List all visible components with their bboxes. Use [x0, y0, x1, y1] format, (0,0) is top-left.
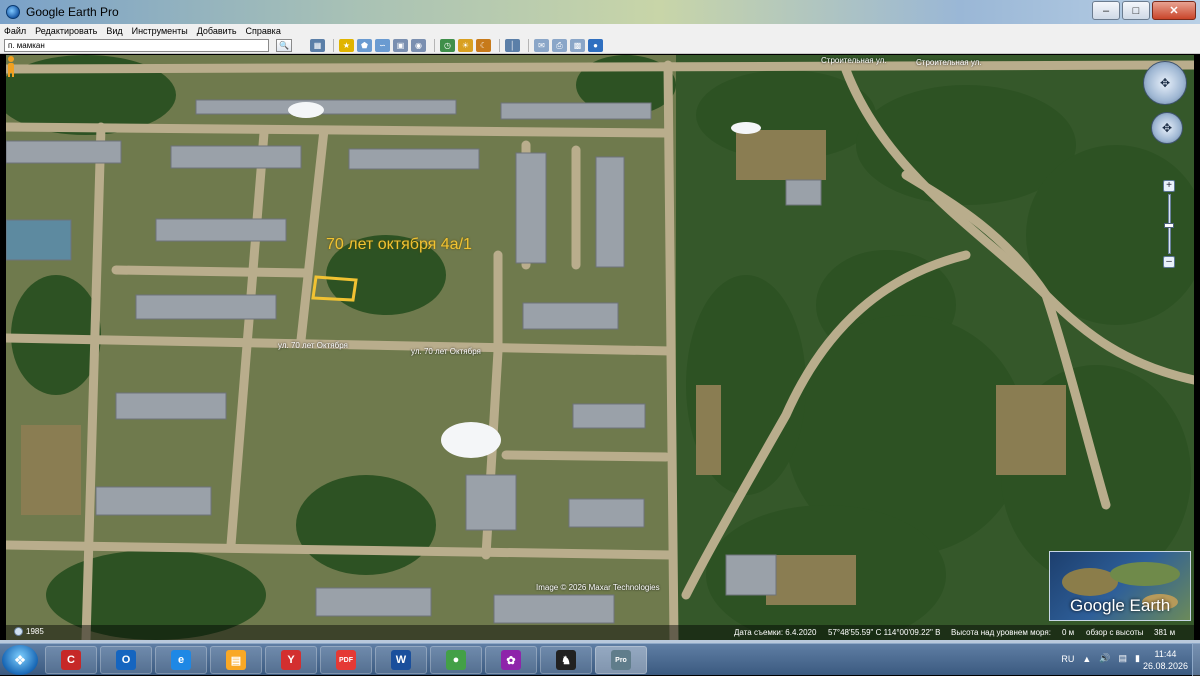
- path-icon[interactable]: ∽: [375, 39, 390, 52]
- minimize-button[interactable]: –: [1092, 1, 1120, 20]
- elevation-label: Высота над уровнем моря:: [951, 628, 1051, 637]
- paint-icon: ✿: [501, 650, 521, 670]
- clock-icon: [14, 627, 23, 636]
- internet-explorer-icon: e: [171, 650, 191, 670]
- maximize-button[interactable]: □: [1122, 1, 1150, 20]
- map-view[interactable]: 70 лет октября 4а/1 Строительная ул. Стр…: [6, 55, 1194, 640]
- window-controls: – □ ✕: [1092, 1, 1196, 20]
- google-earth-logo: Google Earth: [1070, 596, 1171, 615]
- clock-date: 26.08.2026: [1142, 661, 1188, 671]
- taskbar-app-button[interactable]: Y: [265, 646, 317, 674]
- maps-icon[interactable]: ●: [588, 39, 603, 52]
- eye-altitude-label: обзор с высоты: [1086, 628, 1144, 637]
- menu-edit[interactable]: Редактировать: [35, 26, 97, 36]
- menu-help[interactable]: Справка: [246, 26, 281, 36]
- window-title: Google Earth Pro: [26, 5, 119, 19]
- zoom-out-button[interactable]: –: [1163, 256, 1175, 268]
- windows-logo-icon: ❖: [13, 651, 27, 668]
- toolbar-separator: [528, 39, 529, 52]
- menu-bar: Файл Редактировать Вид Инструменты Добав…: [0, 24, 1200, 38]
- chrome-icon: ●: [446, 650, 466, 670]
- polygon-icon[interactable]: ⬟: [357, 39, 372, 52]
- taskbar-app-button[interactable]: e: [155, 646, 207, 674]
- toolbar: п. мамкан 🔍 ▦ ★ ⬟ ∽ ▣ ◉ ◷ ☀ ☾ │ ✉ ⎙ ▩ ●: [0, 38, 1200, 54]
- yandex-browser-icon: Y: [281, 650, 301, 670]
- tour-icon[interactable]: ◉: [411, 39, 426, 52]
- eye-altitude-value: 381 м: [1154, 628, 1176, 637]
- taskbar-app-button[interactable]: C: [45, 646, 97, 674]
- status-bar: 1985 Дата съемки: 6.4.2020 57°48'55.59" …: [6, 625, 1194, 640]
- system-tray: RU ▲ 🔊 ▤ ▮: [1061, 653, 1140, 664]
- network-icon[interactable]: ▤: [1119, 653, 1128, 664]
- street-label: ул. 70 лет Октября: [278, 341, 348, 350]
- clock-time: 11:44: [1154, 649, 1177, 659]
- tray-arrow-icon[interactable]: ▲: [1082, 654, 1091, 664]
- historical-year-label: 1985: [26, 627, 44, 636]
- imagery-date: Дата съемки: 6.4.2020: [734, 628, 817, 637]
- file-explorer-icon: ▤: [226, 650, 246, 670]
- taskbar: ❖ C Oe ▤ Y PDF W ● ✿ ♞ Pro RU ▲ 🔊 ▤ ▮ 11:44 26.08…: [0, 643, 1200, 676]
- outlook-icon: O: [116, 650, 136, 670]
- toolbar-icons: ▦ ★ ⬟ ∽ ▣ ◉ ◷ ☀ ☾ │ ✉ ⎙ ▩ ●: [310, 39, 606, 52]
- image-overlay-icon[interactable]: ▣: [393, 39, 408, 52]
- print-icon[interactable]: ⎙: [552, 39, 567, 52]
- start-button[interactable]: ❖: [2, 645, 38, 675]
- taskbar-app-button[interactable]: PDF: [320, 646, 372, 674]
- menu-add[interactable]: Добавить: [197, 26, 237, 36]
- taskbar-app-button[interactable]: O: [100, 646, 152, 674]
- move-arrows-icon: ✥: [1161, 121, 1173, 135]
- toolbar-separator: [499, 39, 500, 52]
- sidebar-icon[interactable]: ▦: [310, 39, 325, 52]
- save-image-icon[interactable]: ▩: [570, 39, 585, 52]
- battery-icon[interactable]: ▮: [1135, 653, 1140, 664]
- email-icon[interactable]: ✉: [534, 39, 549, 52]
- planet-icon[interactable]: ☾: [476, 39, 491, 52]
- toolbar-separator: [333, 39, 334, 52]
- window-titlebar[interactable]: Google Earth Pro – □ ✕: [0, 0, 1200, 24]
- menu-tools[interactable]: Инструменты: [132, 26, 188, 36]
- menu-view[interactable]: Вид: [106, 26, 122, 36]
- toolbar-separator: [434, 39, 435, 52]
- coordinates: 57°48'55.59" С 114°00'09.22" В: [828, 628, 941, 637]
- language-indicator[interactable]: RU: [1061, 654, 1074, 664]
- compass-icon: ✥: [1159, 76, 1171, 90]
- taskbar-app-button[interactable]: ▤: [210, 646, 262, 674]
- show-desktop-button[interactable]: [1192, 644, 1200, 676]
- clock[interactable]: 11:44 26.08.2026: [1143, 648, 1188, 672]
- word-icon: W: [391, 650, 411, 670]
- street-view-pegman-icon[interactable]: [6, 55, 16, 77]
- sunlight-icon[interactable]: ☀: [458, 39, 473, 52]
- taskbar-app-button[interactable]: Pro: [595, 646, 647, 674]
- google-earth-icon: [6, 5, 20, 19]
- pdf-icon: PDF: [336, 650, 356, 670]
- street-label: Строительная ул.: [821, 56, 887, 65]
- search-button[interactable]: 🔍: [276, 39, 292, 52]
- volume-icon[interactable]: 🔊: [1099, 653, 1110, 664]
- street-label: Строительная ул.: [916, 58, 982, 67]
- ruler-icon[interactable]: │: [505, 39, 520, 52]
- zoom-slider-knob[interactable]: [1164, 223, 1174, 228]
- placemark-label[interactable]: 70 лет октября 4а/1: [326, 236, 472, 254]
- menu-file[interactable]: Файл: [4, 26, 26, 36]
- historical-year[interactable]: 1985: [14, 627, 44, 636]
- search-icon: 🔍: [279, 41, 289, 50]
- satellite-imagery: [6, 55, 1194, 640]
- search-input[interactable]: п. мамкан: [4, 39, 269, 52]
- ccleaner-icon: C: [61, 650, 81, 670]
- taskbar-app-button[interactable]: ♞: [540, 646, 592, 674]
- elevation-value: 0 м: [1062, 628, 1075, 637]
- zoom-in-button[interactable]: +: [1163, 180, 1175, 192]
- google-earth-pro-icon: Pro: [611, 650, 631, 670]
- historical-imagery-icon[interactable]: ◷: [440, 39, 455, 52]
- taskbar-app-button[interactable]: ●: [430, 646, 482, 674]
- image-credit: Image © 2026 Maxar Technologies: [536, 583, 660, 592]
- placemark-icon[interactable]: ★: [339, 39, 354, 52]
- taskbar-app-button[interactable]: ✿: [485, 646, 537, 674]
- taskbar-app-button[interactable]: W: [375, 646, 427, 674]
- batman-game-icon: ♞: [556, 650, 576, 670]
- close-button[interactable]: ✕: [1152, 1, 1196, 20]
- move-navigation-control[interactable]: ✥: [1151, 112, 1183, 144]
- street-label: ул. 70 лет Октября: [411, 347, 481, 356]
- look-navigation-control[interactable]: ✥: [1143, 61, 1187, 105]
